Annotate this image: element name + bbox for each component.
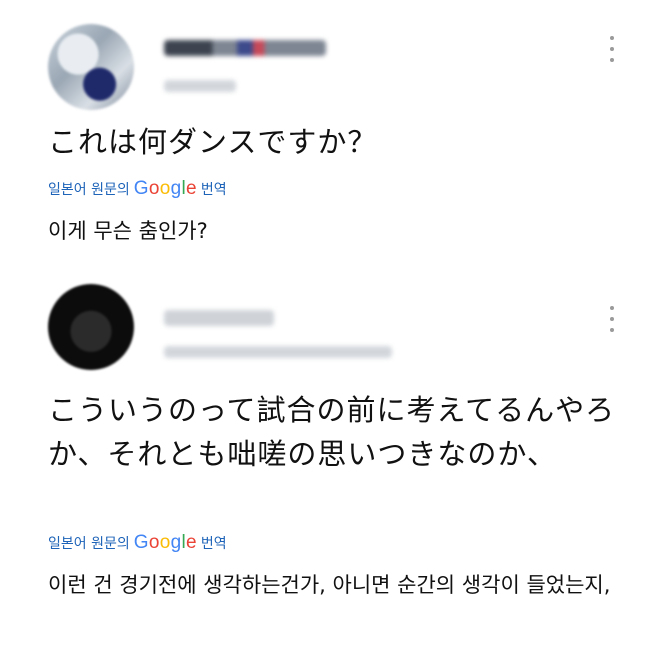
translate-suffix: 번역 xyxy=(200,182,227,198)
translated-text: 이게 무슨 춤인가? xyxy=(48,219,208,243)
avatar[interactable] xyxy=(48,24,134,110)
translate-suffix: 번역 xyxy=(200,536,227,552)
display-name-blurred[interactable] xyxy=(164,310,274,326)
tweet-1: これは何ダンスですか？ 일본어 원문의 Google 번역 이게 무슨 춤인가? xyxy=(0,0,671,260)
translate-prefix: 일본어 원문의 xyxy=(48,182,130,198)
tweet-text: これは何ダンスですか？ xyxy=(48,125,378,159)
translate-prefix: 일본어 원문의 xyxy=(48,536,130,552)
more-options-icon[interactable] xyxy=(607,306,617,332)
translate-link[interactable]: 일본어 원문의 Google 번역 xyxy=(48,178,227,200)
google-logo: Google xyxy=(133,532,197,553)
translated-text: 이런 건 경기전에 생각하는건가, 아니면 순간의 생각이 들었는지, xyxy=(48,573,611,597)
tweet-2: こういうのって試合の前に考えてるんやろか、それとも咄嗟の思いつきなのか、 일본어… xyxy=(0,270,671,658)
display-name-blurred[interactable] xyxy=(164,40,326,56)
google-logo: Google xyxy=(133,178,197,199)
username-blurred[interactable] xyxy=(164,80,236,92)
translate-link[interactable]: 일본어 원문의 Google 번역 xyxy=(48,532,227,554)
avatar[interactable] xyxy=(48,284,134,370)
tweet-text: こういうのって試合の前に考えてるんやろか、それとも咄嗟の思いつきなのか、 xyxy=(48,393,616,471)
username-blurred[interactable] xyxy=(164,346,392,358)
more-options-icon[interactable] xyxy=(607,36,617,62)
